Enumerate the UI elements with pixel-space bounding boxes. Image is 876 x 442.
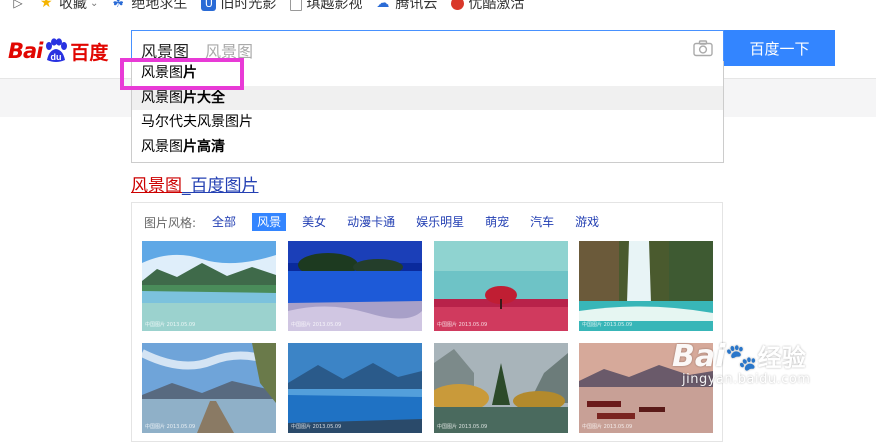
suggestion-item[interactable]: 风景图片 bbox=[132, 61, 723, 86]
autocomplete-dropdown: 风景图片 风景图片大全 马尔代夫风景图片 风景图片高清 bbox=[131, 61, 724, 163]
paw-logo-icon: 🐾 bbox=[725, 343, 758, 373]
paw-icon: ☘ bbox=[112, 0, 125, 11]
svg-text:du: du bbox=[51, 52, 62, 62]
image-thumbnail[interactable]: 中国图片 2013.05.09 bbox=[579, 241, 713, 331]
baidu-logo[interactable]: Bai du 百度 bbox=[8, 36, 108, 66]
search-button[interactable]: 百度一下 bbox=[724, 30, 835, 66]
image-thumbnail[interactable]: 中国图片 2013.05.09 bbox=[142, 343, 276, 433]
bookmarks-bar: ▷ ★ 收藏 ⌄ ☘ 绝地求生 U 旧时光影 琪越影视 ☁ 腾讯云 优酷激活 bbox=[0, 0, 876, 14]
cloud-icon: ☁ bbox=[376, 0, 390, 11]
image-thumbnail[interactable]: 中国图片 2013.05.09 bbox=[434, 343, 568, 433]
bookmark-item[interactable]: ☘ 绝地求生 bbox=[112, 0, 187, 13]
blue-mountain-lake-image bbox=[288, 343, 422, 433]
style-tag-games[interactable]: 游戏 bbox=[570, 213, 604, 231]
suggestion-item[interactable]: 马尔代夫风景图片 bbox=[132, 110, 723, 135]
style-tag-all[interactable]: 全部 bbox=[207, 213, 241, 231]
image-thumbnail[interactable]: 中国图片 2013.05.09 bbox=[434, 241, 568, 331]
style-tag-scenery[interactable]: 风景 bbox=[252, 213, 287, 231]
expand-arrow-icon[interactable]: ▷ bbox=[10, 0, 26, 10]
style-tag-celebrity[interactable]: 娱乐明星 bbox=[411, 213, 469, 231]
u-letter-icon: U bbox=[201, 0, 217, 11]
pier-image bbox=[142, 343, 276, 433]
image-thumbnail[interactable]: 中国图片 2013.05.09 bbox=[142, 241, 276, 331]
bookmark-item[interactable]: 优酷激活 bbox=[451, 0, 524, 13]
penguin-icon bbox=[451, 0, 465, 10]
jingyan-watermark: Bai🐾经验 jingyan.baidu.com bbox=[672, 339, 811, 387]
bookmark-item[interactable]: ☁ 腾讯云 bbox=[376, 0, 437, 13]
autumn-valley-image bbox=[434, 343, 568, 433]
bookmark-item[interactable]: U 旧时光影 bbox=[201, 0, 276, 13]
style-tag-beauty[interactable]: 美女 bbox=[297, 213, 331, 231]
star-icon: ★ bbox=[40, 0, 53, 11]
image-thumbnail[interactable]: 中国图片 2013.05.09 bbox=[288, 343, 422, 433]
style-tag-pets[interactable]: 萌宠 bbox=[480, 213, 514, 231]
bookmark-item[interactable]: 琪越影视 bbox=[290, 0, 362, 13]
suggestion-item[interactable]: 风景图片大全 bbox=[132, 85, 723, 110]
bookmark-favorites[interactable]: ★ 收藏 ⌄ bbox=[40, 0, 98, 13]
paw-logo-icon: du bbox=[46, 38, 68, 62]
suggestion-item[interactable]: 风景图片高清 bbox=[132, 135, 723, 160]
blue-lake-night-image bbox=[288, 241, 422, 331]
red-tree-image bbox=[434, 241, 568, 331]
chevron-down-icon: ⌄ bbox=[90, 0, 99, 9]
image-result-card: 图片风格: 全部 风景 美女 动漫卡通 娱乐明星 萌宠 汽车 游戏 中国图片 2… bbox=[131, 202, 723, 442]
camera-icon[interactable] bbox=[693, 40, 713, 57]
search-autocomplete-hint: 风景图 bbox=[205, 42, 254, 61]
lake-mountain-image bbox=[142, 241, 276, 331]
page-icon bbox=[290, 0, 303, 11]
search-query-text: 风景图 bbox=[141, 42, 190, 61]
style-tag-cars[interactable]: 汽车 bbox=[525, 213, 559, 231]
result-title-link[interactable]: 风景图_百度图片 bbox=[131, 171, 259, 196]
image-thumbnail[interactable]: 中国图片 2013.05.09 bbox=[288, 241, 422, 331]
style-tag-anime[interactable]: 动漫卡通 bbox=[342, 213, 400, 231]
waterfall-image bbox=[579, 241, 713, 331]
image-style-filter: 图片风格: 全部 风景 美女 动漫卡通 娱乐明星 萌宠 汽车 游戏 bbox=[144, 213, 615, 231]
